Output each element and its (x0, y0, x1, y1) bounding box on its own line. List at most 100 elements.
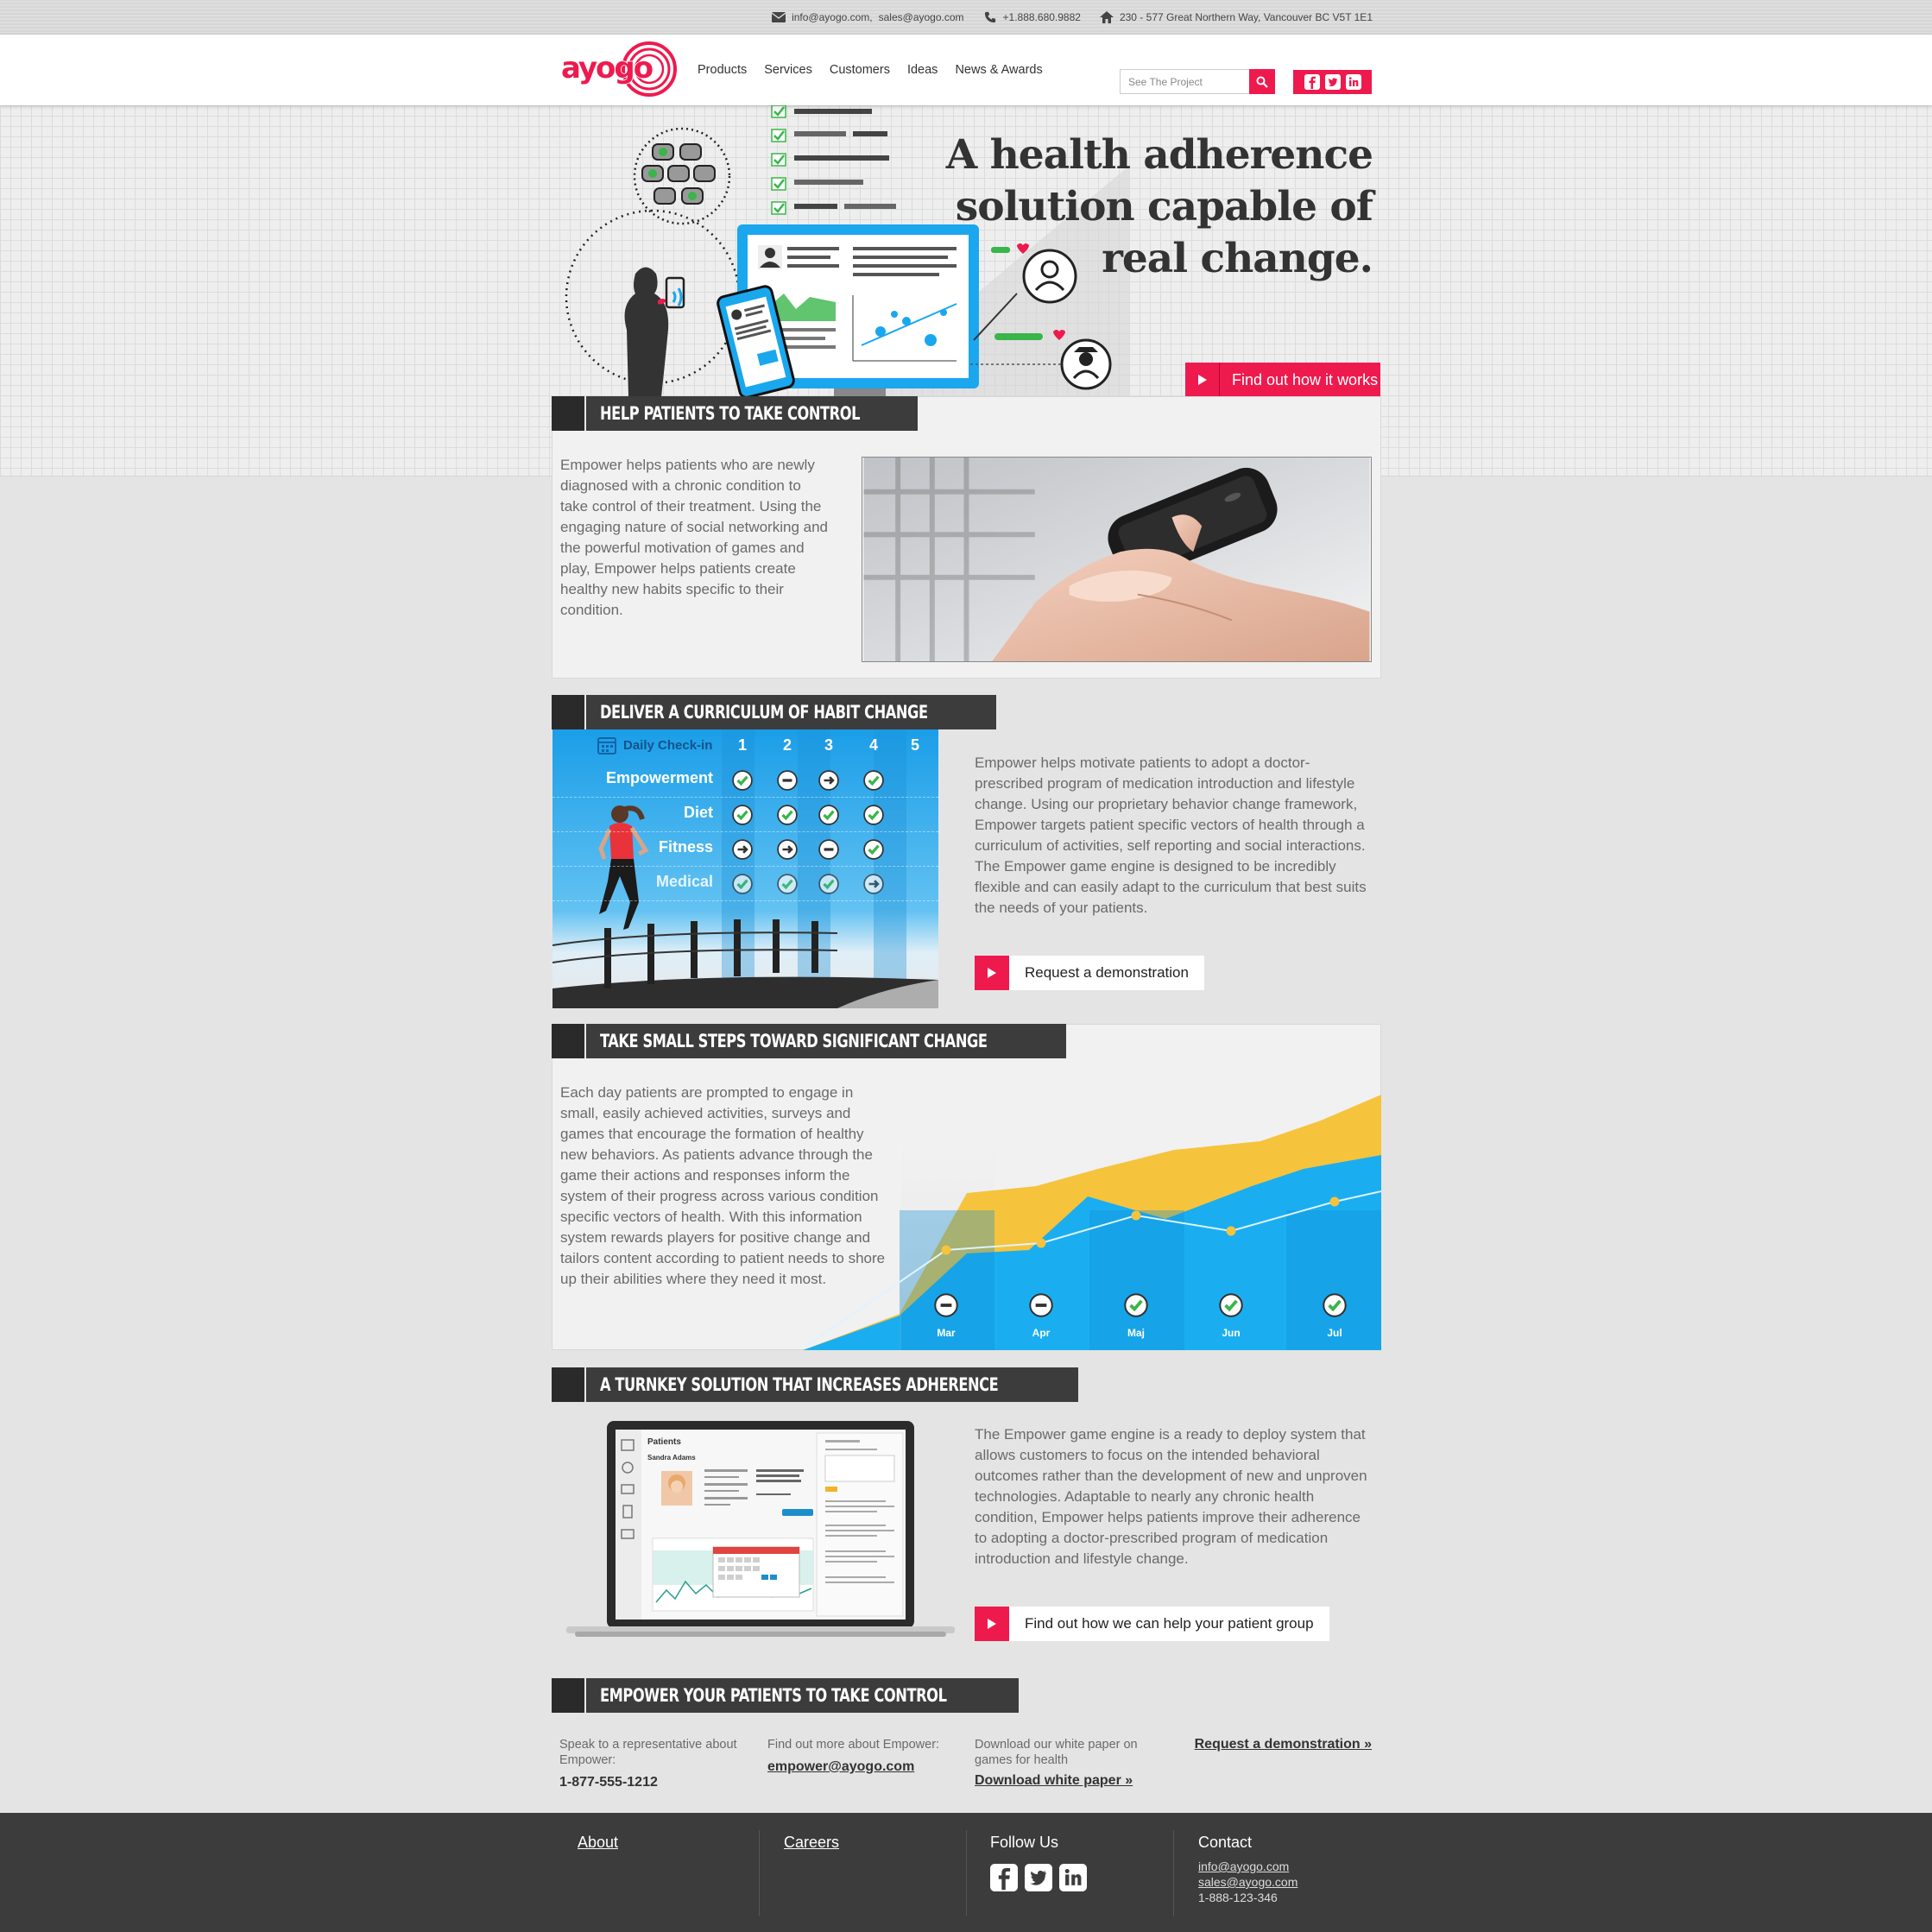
representative-label: Speak to a representative about Empower: (559, 1738, 737, 1767)
footer-careers-link[interactable]: Careers (784, 1834, 839, 1852)
laptop-dashboard-screenshot: Patients Sandra Adams (566, 1421, 955, 1637)
check-status-icon[interactable] (777, 805, 798, 825)
grid-row-divider (552, 797, 938, 798)
footer-facebook-icon[interactable] (990, 1864, 1018, 1896)
nav-news-awards[interactable]: News & Awards (955, 63, 1042, 77)
find-out-more-label: Find out more about Empower: (767, 1738, 940, 1752)
grid-row-divider (552, 831, 938, 832)
trend-point (1036, 1238, 1046, 1248)
grid-row-label: Empowerment (605, 769, 713, 786)
check-status-icon[interactable] (863, 839, 884, 860)
month-label: Jul (1327, 1327, 1342, 1339)
footer-contact: Contact info@ayogo.com sales@ayogo.com 1… (1198, 1813, 1297, 1916)
section-heading-small-steps: TAKE SMALL STEPS TOWARD SIGNIFICANT CHAN… (552, 1024, 1066, 1058)
nav-customers[interactable]: Customers (830, 63, 890, 77)
grid-row-label: Medical (655, 873, 713, 890)
arrow-status-icon[interactable] (818, 770, 839, 791)
progress-chart: Mar Apr Maj Jun Jul (803, 1095, 1381, 1350)
phone-icon (984, 11, 995, 23)
request-demo-button[interactable]: Request a demonstration (975, 956, 1204, 990)
empower-email-link[interactable]: empower@ayogo.com (767, 1759, 957, 1775)
footer-linkedin-icon[interactable] (1059, 1864, 1087, 1896)
contact-email-sales[interactable]: sales@ayogo.com (879, 11, 964, 23)
contact-bar: info@ayogo.com, sales@ayogo.com +1.888.6… (0, 0, 1932, 35)
white-paper-label: Download our white paper on games for he… (975, 1738, 1138, 1767)
twitter-icon[interactable] (1324, 74, 1341, 90)
contact-email-info[interactable]: info@ayogo.com, (792, 11, 873, 23)
footer-twitter-icon[interactable] (1025, 1864, 1052, 1896)
arrow-status-icon[interactable] (732, 839, 753, 860)
ayogo-logo[interactable]: ayogo (559, 41, 682, 97)
check-status-icon[interactable] (732, 874, 753, 894)
check-status-icon[interactable] (732, 805, 753, 825)
facebook-icon[interactable] (1304, 74, 1320, 90)
trend-point (1329, 1196, 1340, 1207)
curriculum-text: Empower helps motivate patients to adopt… (975, 754, 1367, 916)
footer-divider (966, 1830, 967, 1916)
site-header: ayogo Products Services Customers Ideas … (0, 35, 1932, 105)
footer-divider (1173, 1830, 1174, 1916)
representative-phone[interactable]: 1-877-555-1212 (559, 1775, 749, 1790)
grid-day-5: 5 (910, 736, 919, 754)
grid-row-label: Diet (683, 804, 713, 821)
nav-ideas[interactable]: Ideas (907, 63, 938, 77)
arrow-status-icon[interactable] (777, 839, 798, 860)
minus-status-icon[interactable] (777, 770, 798, 791)
check-status-icon[interactable] (818, 874, 839, 894)
footer-email-info[interactable]: info@ayogo.com (1198, 1859, 1297, 1874)
main-nav: Products Services Customers Ideas News &… (698, 35, 1043, 105)
heading-square (552, 1367, 586, 1402)
find-out-how-it-works-button[interactable]: Find out how it works (1185, 363, 1380, 397)
heading-square (552, 1024, 586, 1058)
home-icon (1099, 11, 1114, 23)
mail-icon (772, 12, 786, 22)
check-status-icon[interactable] (777, 874, 798, 894)
white-paper: Download our white paper on games for he… (975, 1737, 1165, 1789)
search-button[interactable] (1249, 69, 1275, 94)
heading-square (552, 396, 586, 431)
patient-group-button[interactable]: Find out how we can help your patient gr… (975, 1607, 1329, 1641)
search-icon (1256, 76, 1268, 88)
turnkey-text: The Empower game engine is a ready to de… (975, 1426, 1367, 1567)
linkedin-icon[interactable] (1345, 74, 1361, 90)
footer-about-link[interactable]: About (578, 1834, 618, 1852)
footer-divider (759, 1830, 760, 1916)
play-arrow-icon (1185, 363, 1220, 397)
contact-address: 230 - 577 Great Northern Way, Vancouver … (1119, 11, 1373, 23)
footer-contact-heading: Contact (1198, 1834, 1253, 1851)
section-heading-empower: EMPOWER YOUR PATIENTS TO TAKE CONTROL (552, 1678, 1019, 1713)
svg-text:ayogo: ayogo (561, 51, 653, 85)
dashboard-patient-name: Sandra Adams (647, 1454, 696, 1462)
grid-day-3: 3 (824, 736, 833, 754)
hero-title-line-2: solution capable of (955, 183, 1373, 230)
footer-about: About (578, 1813, 618, 1916)
download-white-paper-link[interactable]: Download white paper » (975, 1773, 1165, 1789)
check-status-icon[interactable] (863, 805, 884, 825)
daily-check-in-grid: Daily Check-in 1 2 3 4 5 Empowerment Diet Fitn… (552, 729, 938, 1008)
footer-follow-heading: Follow Us (990, 1834, 1059, 1851)
request-demo: Request a demonstration » (1182, 1737, 1372, 1752)
section-heading-curriculum: DELIVER A CURRICULUM OF HABIT CHANGE (552, 695, 997, 729)
footer-email-sales[interactable]: sales@ayogo.com (1198, 1874, 1297, 1890)
contact-phone[interactable]: +1.888.680.9882 (1003, 11, 1081, 23)
check-status-icon[interactable] (863, 770, 884, 791)
contact-email: Find out more about Empower: empower@ayo… (767, 1737, 957, 1775)
trend-point (1131, 1210, 1141, 1221)
request-demo-label: Request a demonstration (1025, 964, 1189, 981)
dashboard-title: Patients (647, 1437, 681, 1447)
section-heading-help-patients: HELP PATIENTS TO TAKE CONTROL (552, 396, 919, 431)
patient-group-label: Find out how we can help your patient gr… (1025, 1615, 1314, 1632)
trend-point (941, 1245, 951, 1255)
grid-day-4: 4 (868, 736, 878, 754)
nav-services[interactable]: Services (764, 63, 812, 77)
nav-products[interactable]: Products (698, 63, 747, 77)
check-status-icon[interactable] (818, 805, 839, 825)
play-arrow-icon (975, 1607, 1009, 1641)
minus-status-icon[interactable] (818, 839, 839, 860)
check-status-icon[interactable] (732, 770, 753, 791)
heading-square (552, 695, 586, 729)
play-arrow-icon (975, 956, 1009, 990)
request-demo-link[interactable]: Request a demonstration » (1182, 1737, 1372, 1752)
grid-title: Daily Check-in (623, 737, 713, 753)
arrow-status-icon[interactable] (863, 874, 884, 894)
